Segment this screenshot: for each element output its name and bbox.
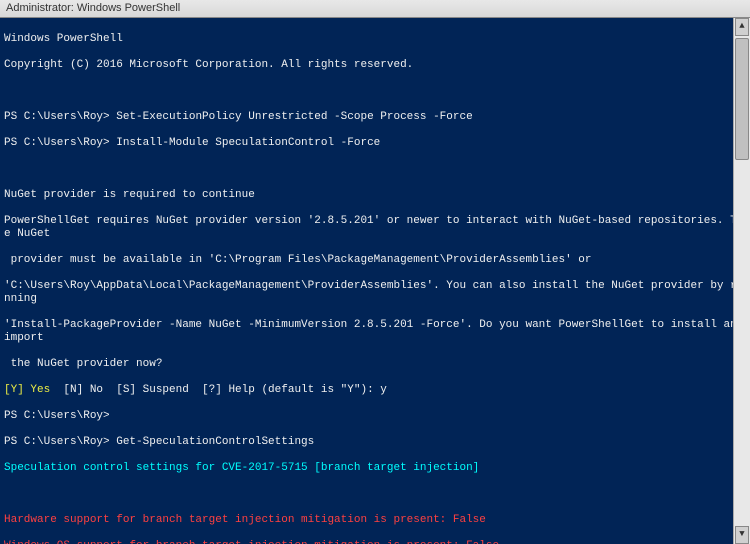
cmd: Set-ExecutionPolicy Unrestricted -Scope …	[110, 111, 473, 123]
powershell-window: Administrator: Windows PowerShell Window…	[0, 0, 750, 544]
nuget-msg: provider must be available in 'C:\Progra…	[4, 254, 746, 267]
nuget-msg: 'Install-PackageProvider -Name NuGet -Mi…	[4, 319, 746, 345]
command-line: PS C:\Users\Roy> Install-Module Speculat…	[4, 137, 746, 150]
yes-option: [Y] Yes	[4, 384, 50, 396]
prompt-line: PS C:\Users\Roy>	[4, 410, 746, 423]
header-line: Windows PowerShell	[4, 33, 746, 46]
status-line: Hardware support for branch target injec…	[4, 514, 746, 527]
scroll-down-icon[interactable]: ▼	[735, 526, 749, 544]
prompt: PS C:\Users\Roy>	[4, 137, 110, 149]
nuget-msg: NuGet provider is required to continue	[4, 189, 746, 202]
blank	[4, 163, 746, 176]
vertical-scrollbar[interactable]: ▲ ▼	[733, 18, 750, 544]
prompt: PS C:\Users\Roy>	[4, 111, 110, 123]
nuget-msg: 'C:\Users\Roy\AppData\Local\PackageManag…	[4, 280, 746, 306]
prompt: PS C:\Users\Roy>	[4, 436, 110, 448]
other-options: [N] No [S] Suspend [?] Help (default is …	[50, 384, 387, 396]
copyright-line: Copyright (C) 2016 Microsoft Corporation…	[4, 59, 746, 72]
cve-header: Speculation control settings for CVE-201…	[4, 462, 746, 475]
blank	[4, 488, 746, 501]
cmd: Install-Module SpeculationControl -Force	[110, 137, 381, 149]
terminal-output[interactable]: Windows PowerShell Copyright (C) 2016 Mi…	[0, 18, 750, 544]
scroll-thumb[interactable]	[735, 38, 749, 160]
nuget-msg: PowerShellGet requires NuGet provider ve…	[4, 215, 746, 241]
command-line: PS C:\Users\Roy> Get-SpeculationControlS…	[4, 436, 746, 449]
cmd: Get-SpeculationControlSettings	[110, 436, 315, 448]
prompt: PS C:\Users\Roy>	[4, 410, 110, 422]
window-title: Administrator: Windows PowerShell	[6, 2, 180, 14]
scroll-up-icon[interactable]: ▲	[735, 18, 749, 36]
status-line: Windows OS support for branch target inj…	[4, 540, 746, 544]
nuget-prompt: [Y] Yes [N] No [S] Suspend [?] Help (def…	[4, 384, 746, 397]
nuget-msg: the NuGet provider now?	[4, 358, 746, 371]
window-titlebar[interactable]: Administrator: Windows PowerShell	[0, 0, 750, 18]
command-line: PS C:\Users\Roy> Set-ExecutionPolicy Unr…	[4, 111, 746, 124]
blank	[4, 85, 746, 98]
